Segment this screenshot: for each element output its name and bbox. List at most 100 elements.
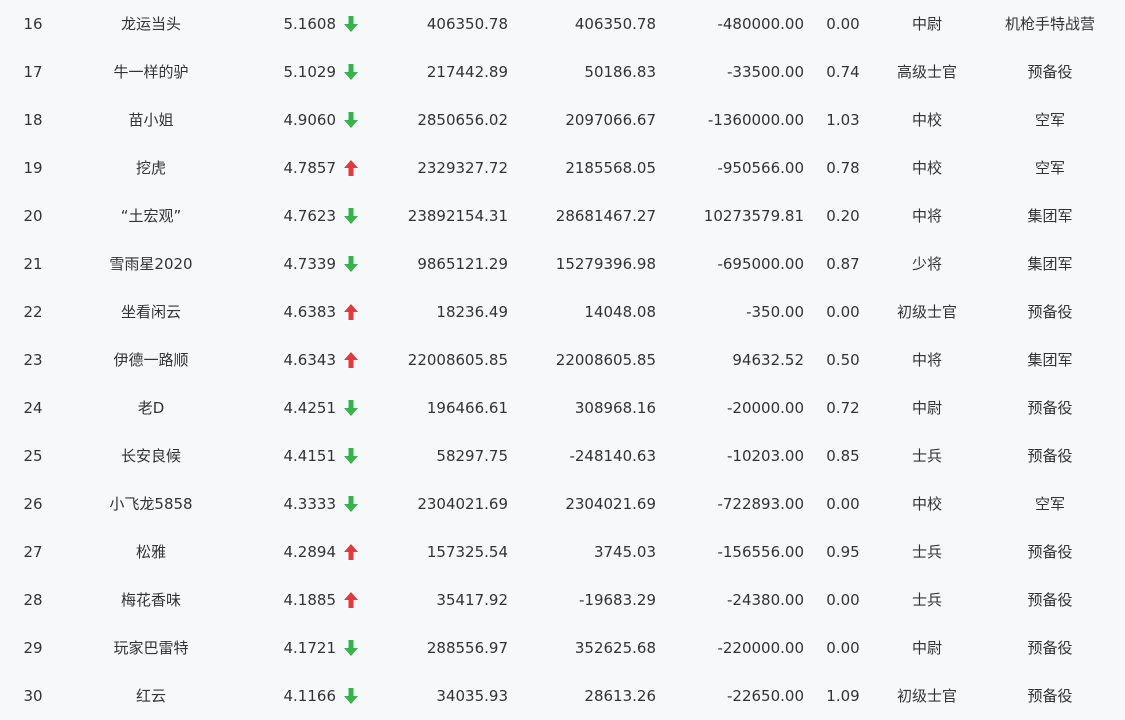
value-3: -33500.00 [727, 63, 804, 81]
military-rank: 中尉 [911, 399, 942, 417]
rank-cell: 26 [23, 495, 43, 513]
arrow-down-icon [344, 672, 360, 720]
rank-cell: 22 [23, 303, 43, 321]
military-rank: 中将 [911, 351, 942, 369]
rank-cell: 20 [23, 207, 43, 225]
value-3: -350.00 [746, 303, 804, 321]
rank-cell: 18 [23, 111, 43, 129]
ratio-value: 1.03 [826, 111, 860, 129]
player-name: 梅花香味 [120, 591, 181, 609]
player-name: “土宏观” [120, 207, 182, 225]
player-name: 雪雨星2020 [109, 255, 193, 273]
score-value: 4.7339 [283, 255, 337, 273]
player-name: 红云 [135, 687, 166, 705]
unit-name: 机枪手特战营 [1004, 15, 1095, 33]
military-rank: 中尉 [911, 639, 942, 657]
value-1: 23892154.31 [407, 207, 508, 225]
value-2: 2185568.05 [565, 159, 656, 177]
arrow-up-icon [344, 336, 360, 384]
value-3: -1360000.00 [707, 111, 804, 129]
value-2: 3745.03 [593, 543, 656, 561]
value-1: 196466.61 [426, 399, 508, 417]
value-1: 58297.75 [436, 447, 508, 465]
player-name: 牛一样的驴 [113, 63, 189, 81]
arrow-up-icon [344, 576, 360, 624]
score-value: 4.1166 [283, 687, 337, 705]
table-row: 22 坐看闲云 4.6383 18236.49 14048.08 -350.00 0.00 初… [0, 288, 1125, 336]
score-value: 4.4251 [283, 399, 337, 417]
table-row: 26 小飞龙5858 4.3333 2304021.69 2304021.69 -7228… [0, 480, 1125, 528]
arrow-up-icon [344, 528, 360, 576]
unit-name: 空军 [1034, 159, 1065, 177]
arrow-down-icon [344, 192, 360, 240]
value-3: -20000.00 [727, 399, 804, 417]
rank-cell: 19 [23, 159, 43, 177]
unit-name: 预备役 [1027, 399, 1073, 417]
ratio-value: 0.85 [826, 447, 860, 465]
arrow-up-icon [344, 144, 360, 192]
table-row: 19 挖虎 4.7857 2329327.72 2185568.05 -950566.00… [0, 144, 1125, 192]
value-3: -22650.00 [727, 687, 804, 705]
rank-cell: 21 [23, 255, 43, 273]
arrow-down-icon [344, 0, 360, 48]
military-rank: 中尉 [911, 15, 942, 33]
ranking-table: 16 龙运当头 5.1608 406350.78 406350.78 -480000.00… [0, 0, 1125, 718]
table-row: 27 松雅 4.2894 157325.54 3745.03 -156556.00 0.95… [0, 528, 1125, 576]
ratio-value: 0.74 [826, 63, 860, 81]
value-3: -10203.00 [727, 447, 804, 465]
unit-name: 集团军 [1027, 207, 1073, 225]
table-row: 18 苗小姐 4.9060 2850656.02 2097066.67 -1360000.… [0, 96, 1125, 144]
table-row: 30 红云 4.1166 34035.93 28613.26 -22650.00 1.09 初… [0, 672, 1125, 720]
rank-cell: 24 [23, 399, 43, 417]
arrow-down-icon [344, 96, 360, 144]
ratio-value: 0.72 [826, 399, 860, 417]
table-row: 29 玩家巴雷特 4.1721 288556.97 352625.68 -220000.0… [0, 624, 1125, 672]
score-value: 4.6343 [283, 351, 337, 369]
ratio-value: 0.00 [826, 495, 860, 513]
table-row: 17 牛一样的驴 5.1029 217442.89 50186.83 -33500.00 0… [0, 48, 1125, 96]
unit-name: 集团军 [1027, 255, 1073, 273]
value-2: 14048.08 [584, 303, 656, 321]
unit-name: 预备役 [1027, 639, 1073, 657]
unit-name: 预备役 [1027, 543, 1073, 561]
value-3: 10273579.81 [703, 207, 804, 225]
table-row: 28 梅花香味 4.1885 35417.92 -19683.29 -24380.00 0.… [0, 576, 1125, 624]
value-2: -248140.63 [569, 447, 656, 465]
player-name: 龙运当头 [120, 15, 181, 33]
military-rank: 士兵 [911, 543, 942, 561]
unit-name: 预备役 [1027, 303, 1073, 321]
rank-cell: 25 [23, 447, 43, 465]
value-2: 50186.83 [584, 63, 656, 81]
score-value: 5.1608 [283, 15, 337, 33]
ratio-value: 0.95 [826, 543, 860, 561]
score-value: 4.4151 [283, 447, 337, 465]
value-3: -480000.00 [717, 15, 804, 33]
score-value: 4.7623 [283, 207, 337, 225]
value-3: 94632.52 [732, 351, 804, 369]
value-3: -950566.00 [717, 159, 804, 177]
arrow-up-icon [344, 288, 360, 336]
rank-cell: 23 [23, 351, 43, 369]
arrow-down-icon [344, 624, 360, 672]
value-2: 15279396.98 [555, 255, 656, 273]
score-value: 4.3333 [283, 495, 337, 513]
rank-cell: 16 [23, 15, 43, 33]
player-name: 小飞龙5858 [109, 495, 193, 513]
arrow-down-icon [344, 480, 360, 528]
value-2: -19683.29 [579, 591, 656, 609]
table-row: 16 龙运当头 5.1608 406350.78 406350.78 -480000.00… [0, 0, 1125, 48]
arrow-down-icon [344, 432, 360, 480]
value-1: 22008605.85 [407, 351, 508, 369]
value-3: -156556.00 [717, 543, 804, 561]
value-1: 18236.49 [436, 303, 508, 321]
military-rank: 初级士官 [896, 687, 957, 705]
value-3: -722893.00 [717, 495, 804, 513]
arrow-down-icon [344, 240, 360, 288]
military-rank: 初级士官 [896, 303, 957, 321]
ratio-value: 0.87 [826, 255, 860, 273]
value-2: 28613.26 [584, 687, 656, 705]
rank-cell: 28 [23, 591, 43, 609]
value-3: -695000.00 [717, 255, 804, 273]
ratio-value: 1.09 [826, 687, 860, 705]
value-2: 308968.16 [574, 399, 656, 417]
